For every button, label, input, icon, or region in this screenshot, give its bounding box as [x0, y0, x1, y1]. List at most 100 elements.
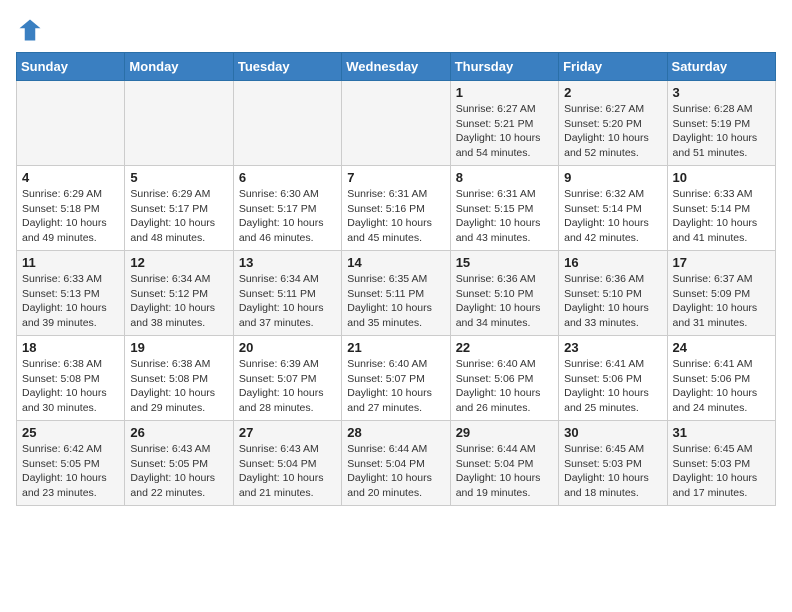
day-info: Sunrise: 6:27 AM Sunset: 5:21 PM Dayligh… — [456, 102, 553, 161]
day-number: 10 — [673, 170, 770, 185]
day-number: 25 — [22, 425, 119, 440]
day-number: 19 — [130, 340, 227, 355]
day-info: Sunrise: 6:38 AM Sunset: 5:08 PM Dayligh… — [22, 357, 119, 416]
calendar-cell: 22 Sunrise: 6:40 AM Sunset: 5:06 PM Dayli… — [450, 336, 558, 421]
day-info: Sunrise: 6:37 AM Sunset: 5:09 PM Dayligh… — [673, 272, 770, 331]
page-header — [16, 16, 776, 44]
header-cell-saturday: Saturday — [667, 53, 775, 81]
day-number: 22 — [456, 340, 553, 355]
day-info: Sunrise: 6:45 AM Sunset: 5:03 PM Dayligh… — [673, 442, 770, 501]
calendar-cell: 10 Sunrise: 6:33 AM Sunset: 5:14 PM Dayli… — [667, 166, 775, 251]
calendar-header: SundayMondayTuesdayWednesdayThursdayFrid… — [17, 53, 776, 81]
calendar-cell: 15 Sunrise: 6:36 AM Sunset: 5:10 PM Dayli… — [450, 251, 558, 336]
day-number: 15 — [456, 255, 553, 270]
day-info: Sunrise: 6:35 AM Sunset: 5:11 PM Dayligh… — [347, 272, 444, 331]
calendar-cell: 21 Sunrise: 6:40 AM Sunset: 5:07 PM Dayli… — [342, 336, 450, 421]
calendar-cell: 9 Sunrise: 6:32 AM Sunset: 5:14 PM Daylig… — [559, 166, 667, 251]
day-number: 13 — [239, 255, 336, 270]
week-row-5: 25 Sunrise: 6:42 AM Sunset: 5:05 PM Dayli… — [17, 421, 776, 506]
day-info: Sunrise: 6:30 AM Sunset: 5:17 PM Dayligh… — [239, 187, 336, 246]
day-number: 31 — [673, 425, 770, 440]
calendar-cell: 14 Sunrise: 6:35 AM Sunset: 5:11 PM Dayli… — [342, 251, 450, 336]
calendar-cell: 3 Sunrise: 6:28 AM Sunset: 5:19 PM Daylig… — [667, 81, 775, 166]
day-number: 5 — [130, 170, 227, 185]
day-info: Sunrise: 6:36 AM Sunset: 5:10 PM Dayligh… — [456, 272, 553, 331]
calendar-cell — [233, 81, 341, 166]
day-number: 2 — [564, 85, 661, 100]
day-info: Sunrise: 6:28 AM Sunset: 5:19 PM Dayligh… — [673, 102, 770, 161]
day-number: 27 — [239, 425, 336, 440]
header-cell-thursday: Thursday — [450, 53, 558, 81]
day-info: Sunrise: 6:33 AM Sunset: 5:13 PM Dayligh… — [22, 272, 119, 331]
day-number: 12 — [130, 255, 227, 270]
day-number: 17 — [673, 255, 770, 270]
calendar-cell — [342, 81, 450, 166]
day-number: 11 — [22, 255, 119, 270]
calendar-cell: 6 Sunrise: 6:30 AM Sunset: 5:17 PM Daylig… — [233, 166, 341, 251]
day-info: Sunrise: 6:32 AM Sunset: 5:14 PM Dayligh… — [564, 187, 661, 246]
day-info: Sunrise: 6:39 AM Sunset: 5:07 PM Dayligh… — [239, 357, 336, 416]
day-number: 21 — [347, 340, 444, 355]
day-number: 14 — [347, 255, 444, 270]
calendar-cell: 20 Sunrise: 6:39 AM Sunset: 5:07 PM Dayli… — [233, 336, 341, 421]
calendar-cell: 4Sunrise: 6:29 AM Sunset: 5:18 PM Daylig… — [17, 166, 125, 251]
day-info: Sunrise: 6:43 AM Sunset: 5:05 PM Dayligh… — [130, 442, 227, 501]
day-number: 1 — [456, 85, 553, 100]
day-info: Sunrise: 6:27 AM Sunset: 5:20 PM Dayligh… — [564, 102, 661, 161]
calendar-cell: 23Sunrise: 6:41 AM Sunset: 5:06 PM Dayli… — [559, 336, 667, 421]
day-info: Sunrise: 6:42 AM Sunset: 5:05 PM Dayligh… — [22, 442, 119, 501]
day-number: 29 — [456, 425, 553, 440]
week-row-3: 11 Sunrise: 6:33 AM Sunset: 5:13 PM Dayli… — [17, 251, 776, 336]
day-number: 3 — [673, 85, 770, 100]
day-info: Sunrise: 6:40 AM Sunset: 5:07 PM Dayligh… — [347, 357, 444, 416]
calendar-cell: 27Sunrise: 6:43 AM Sunset: 5:04 PM Dayli… — [233, 421, 341, 506]
calendar-cell: 19 Sunrise: 6:38 AM Sunset: 5:08 PM Dayli… — [125, 336, 233, 421]
calendar-cell: 11 Sunrise: 6:33 AM Sunset: 5:13 PM Dayli… — [17, 251, 125, 336]
day-info: Sunrise: 6:41 AM Sunset: 5:06 PM Dayligh… — [673, 357, 770, 416]
day-info: Sunrise: 6:34 AM Sunset: 5:12 PM Dayligh… — [130, 272, 227, 331]
day-number: 28 — [347, 425, 444, 440]
calendar-cell: 26 Sunrise: 6:43 AM Sunset: 5:05 PM Dayli… — [125, 421, 233, 506]
header-row: SundayMondayTuesdayWednesdayThursdayFrid… — [17, 53, 776, 81]
day-number: 20 — [239, 340, 336, 355]
day-number: 7 — [347, 170, 444, 185]
calendar-cell: 12 Sunrise: 6:34 AM Sunset: 5:12 PM Dayli… — [125, 251, 233, 336]
calendar-cell: 1 Sunrise: 6:27 AM Sunset: 5:21 PM Daylig… — [450, 81, 558, 166]
day-number: 26 — [130, 425, 227, 440]
day-number: 8 — [456, 170, 553, 185]
week-row-1: 1 Sunrise: 6:27 AM Sunset: 5:21 PM Daylig… — [17, 81, 776, 166]
calendar-cell: 2 Sunrise: 6:27 AM Sunset: 5:20 PM Daylig… — [559, 81, 667, 166]
calendar-cell: 7Sunrise: 6:31 AM Sunset: 5:16 PM Daylig… — [342, 166, 450, 251]
day-number: 30 — [564, 425, 661, 440]
day-info: Sunrise: 6:33 AM Sunset: 5:14 PM Dayligh… — [673, 187, 770, 246]
header-cell-wednesday: Wednesday — [342, 53, 450, 81]
day-info: Sunrise: 6:38 AM Sunset: 5:08 PM Dayligh… — [130, 357, 227, 416]
calendar-cell: 5 Sunrise: 6:29 AM Sunset: 5:17 PM Daylig… — [125, 166, 233, 251]
day-number: 9 — [564, 170, 661, 185]
day-info: Sunrise: 6:36 AM Sunset: 5:10 PM Dayligh… — [564, 272, 661, 331]
logo-icon — [16, 16, 44, 44]
week-row-2: 4Sunrise: 6:29 AM Sunset: 5:18 PM Daylig… — [17, 166, 776, 251]
day-info: Sunrise: 6:34 AM Sunset: 5:11 PM Dayligh… — [239, 272, 336, 331]
calendar-cell: 18Sunrise: 6:38 AM Sunset: 5:08 PM Dayli… — [17, 336, 125, 421]
calendar-cell: 30Sunrise: 6:45 AM Sunset: 5:03 PM Dayli… — [559, 421, 667, 506]
day-info: Sunrise: 6:31 AM Sunset: 5:15 PM Dayligh… — [456, 187, 553, 246]
day-info: Sunrise: 6:44 AM Sunset: 5:04 PM Dayligh… — [347, 442, 444, 501]
day-number: 6 — [239, 170, 336, 185]
calendar-cell: 31 Sunrise: 6:45 AM Sunset: 5:03 PM Dayli… — [667, 421, 775, 506]
day-info: Sunrise: 6:29 AM Sunset: 5:18 PM Dayligh… — [22, 187, 119, 246]
day-info: Sunrise: 6:41 AM Sunset: 5:06 PM Dayligh… — [564, 357, 661, 416]
day-number: 24 — [673, 340, 770, 355]
header-cell-sunday: Sunday — [17, 53, 125, 81]
header-cell-monday: Monday — [125, 53, 233, 81]
header-cell-tuesday: Tuesday — [233, 53, 341, 81]
calendar-cell: 25 Sunrise: 6:42 AM Sunset: 5:05 PM Dayli… — [17, 421, 125, 506]
calendar-body: 1 Sunrise: 6:27 AM Sunset: 5:21 PM Daylig… — [17, 81, 776, 506]
week-row-4: 18Sunrise: 6:38 AM Sunset: 5:08 PM Dayli… — [17, 336, 776, 421]
calendar-cell: 13 Sunrise: 6:34 AM Sunset: 5:11 PM Dayli… — [233, 251, 341, 336]
calendar-cell: 8 Sunrise: 6:31 AM Sunset: 5:15 PM Daylig… — [450, 166, 558, 251]
day-info: Sunrise: 6:29 AM Sunset: 5:17 PM Dayligh… — [130, 187, 227, 246]
calendar-cell: 29Sunrise: 6:44 AM Sunset: 5:04 PM Dayli… — [450, 421, 558, 506]
calendar-cell — [17, 81, 125, 166]
day-info: Sunrise: 6:40 AM Sunset: 5:06 PM Dayligh… — [456, 357, 553, 416]
